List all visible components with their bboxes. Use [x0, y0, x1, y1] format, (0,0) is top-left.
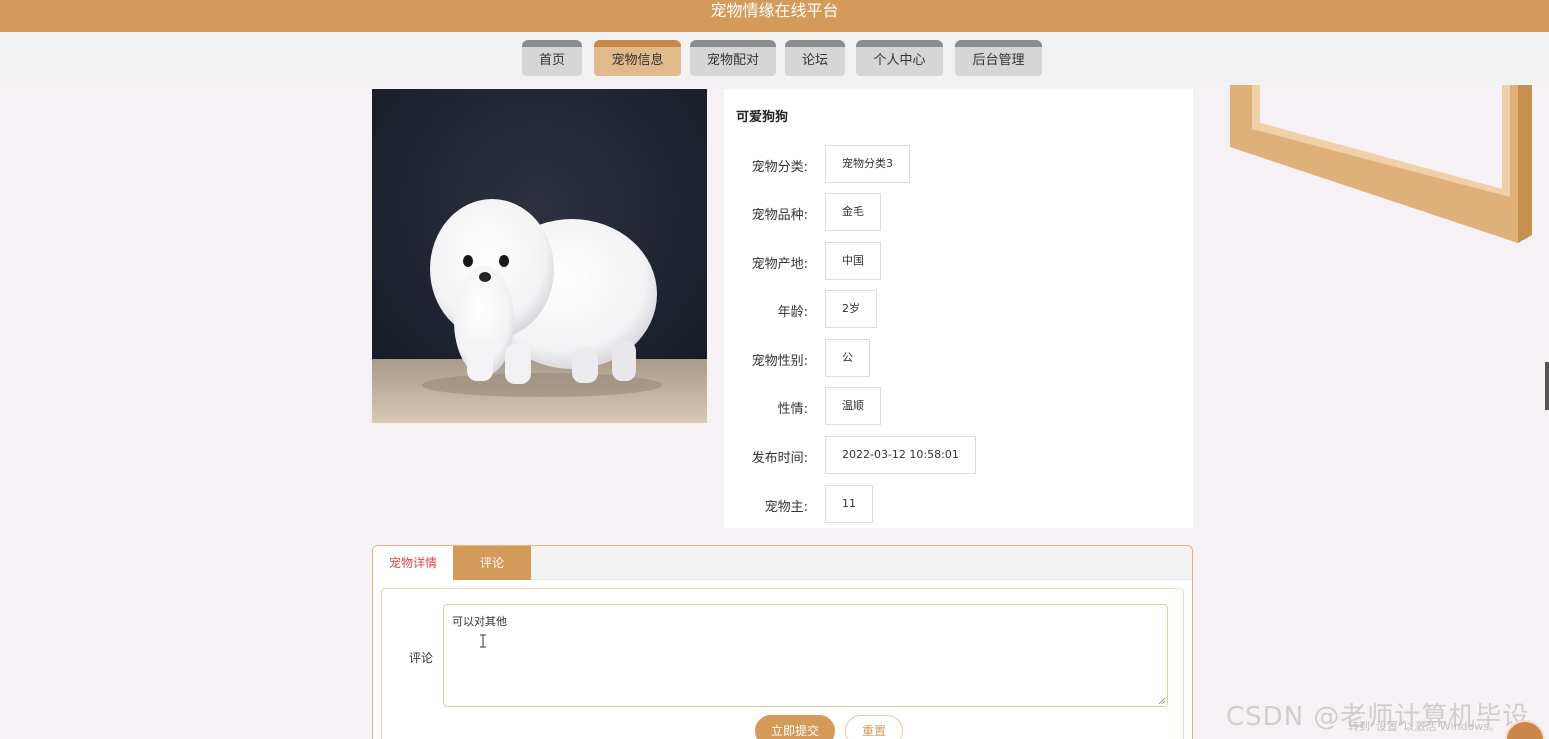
main-nav: 首页 宠物信息 宠物配对 论坛 个人中心 后台管理: [0, 32, 1549, 85]
app-title-bar: 宠物情缘在线平台: [0, 0, 1549, 32]
field-value: 2022-03-12 10:58:01: [825, 436, 976, 474]
app-title: 宠物情缘在线平台: [710, 1, 839, 20]
field-value: 2岁: [825, 290, 877, 328]
tab-pet-details[interactable]: 宠物详情: [373, 546, 453, 580]
field-value: 公: [825, 339, 870, 377]
field-label: 宠物性别:: [751, 354, 808, 369]
field-value: 宠物分类3: [825, 145, 910, 183]
resize-grip-icon[interactable]: [1158, 697, 1166, 705]
nav-pet-info[interactable]: 宠物信息: [594, 40, 681, 76]
field-row-category: 宠物分类: 宠物分类3: [724, 145, 1184, 183]
field-row-breed: 宠物品种: 金毛: [724, 193, 1184, 231]
field-value: 11: [825, 485, 873, 523]
text-cursor-icon: [480, 634, 486, 648]
field-label: 宠物分类:: [751, 160, 808, 175]
nav-home[interactable]: 首页: [522, 40, 582, 76]
comment-form: 评论 可以对其他 立即提交 重置: [381, 588, 1184, 739]
nav-pet-matching[interactable]: 宠物配对: [690, 40, 776, 76]
scroll-edge: [1545, 362, 1549, 410]
detail-tabs-box: 宠物详情 评论 评论 可以对其他 立即提交 重置: [372, 545, 1193, 739]
field-row-owner: 宠物主: 11: [724, 485, 1184, 523]
field-row-origin: 宠物产地: 中国: [724, 242, 1184, 280]
field-row-gender: 宠物性别: 公: [724, 339, 1184, 377]
tab-comments[interactable]: 评论: [453, 546, 531, 580]
nav-personal-center[interactable]: 个人中心: [856, 40, 943, 76]
field-value: 中国: [825, 242, 881, 280]
field-label: 宠物主:: [764, 500, 808, 515]
field-label: 年龄:: [777, 305, 808, 320]
reset-button[interactable]: 重置: [845, 715, 903, 739]
field-row-temperament: 性情: 温顺: [724, 387, 1184, 425]
pet-name: 可爱狗狗: [736, 110, 789, 125]
field-row-publish-time: 发布时间: 2022-03-12 10:58:01: [724, 436, 1184, 474]
field-value: 金毛: [825, 193, 881, 231]
activate-windows-notice: 转到“设置”以激活 Windows。: [1348, 720, 1500, 733]
pet-info-panel: 可爱狗狗 宠物分类: 宠物分类3 宠物品种: 金毛 宠物产地: 中国 年龄: 2…: [724, 89, 1193, 528]
nav-forum[interactable]: 论坛: [785, 40, 845, 76]
submit-button[interactable]: 立即提交: [755, 715, 835, 739]
field-label: 性情:: [777, 402, 808, 417]
field-row-age: 年龄: 2岁: [724, 290, 1184, 328]
tabs-bar: 宠物详情 评论: [373, 546, 1192, 580]
field-label: 发布时间:: [751, 451, 808, 466]
field-label: 宠物品种:: [751, 208, 808, 223]
field-label: 宠物产地:: [751, 257, 808, 272]
comment-textarea[interactable]: 可以对其他: [443, 604, 1168, 707]
comment-label: 评论: [409, 651, 434, 665]
field-value: 温顺: [825, 387, 881, 425]
nav-admin[interactable]: 后台管理: [955, 40, 1042, 76]
decorative-frame: [1230, 85, 1532, 243]
pet-photo: [372, 89, 707, 423]
